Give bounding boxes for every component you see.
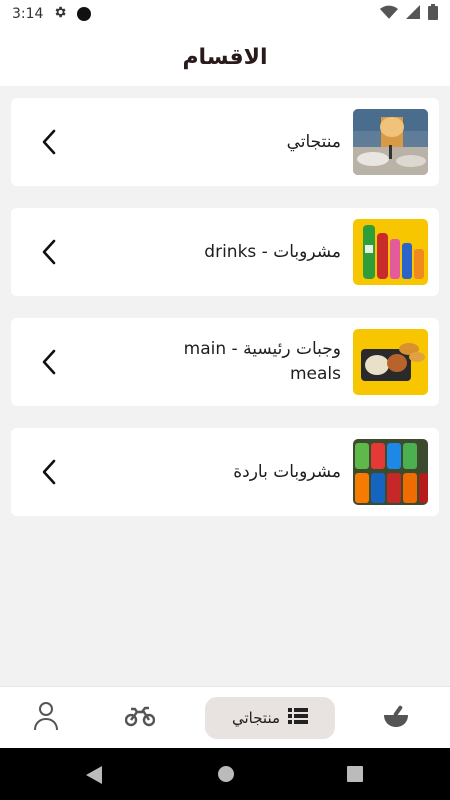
nav-my-products-label: منتجاتي (231, 709, 281, 727)
wifi-icon (380, 5, 398, 23)
signal-icon (406, 5, 420, 23)
list-icon (288, 708, 309, 728)
category-card[interactable]: مشروبات - drinks (11, 208, 439, 296)
chevron-left-icon (39, 238, 59, 266)
notification-dot-icon (77, 7, 92, 21)
back-icon[interactable] (86, 766, 102, 788)
bottom-navigation: منتجاتي (0, 686, 450, 748)
nav-delivery[interactable] (116, 697, 164, 739)
chevron-left-icon (39, 458, 59, 486)
category-list: منتجاتي مشروبات - drinks وجبات رئيسية - … (11, 98, 439, 538)
category-thumbnail (353, 109, 428, 175)
chevron-left-icon (39, 128, 59, 156)
settings-icon (53, 5, 67, 23)
category-label: مشروبات - drinks (204, 241, 341, 262)
category-label: وجبات رئيسية - main meals (183, 339, 341, 384)
status-bar: 3:14 (0, 0, 450, 28)
person-icon (33, 701, 59, 735)
app-bar: الاقسام (0, 28, 450, 86)
page-title: الاقسام (182, 44, 268, 70)
status-time: 3:14 (12, 6, 44, 22)
category-thumbnail (353, 439, 428, 505)
recents-icon[interactable] (347, 766, 363, 786)
category-thumbnail (353, 329, 428, 395)
motorcycle-icon (124, 705, 156, 731)
nav-profile[interactable] (22, 697, 70, 739)
category-card[interactable]: منتجاتي (11, 98, 439, 186)
category-card[interactable]: مشروبات باردة (11, 428, 439, 516)
category-label: منتجاتي (286, 131, 341, 152)
home-icon[interactable] (217, 765, 235, 787)
nav-my-products[interactable]: منتجاتي (205, 697, 335, 739)
nav-mortar[interactable] (372, 697, 420, 739)
category-label: مشروبات باردة (233, 461, 341, 482)
category-card[interactable]: وجبات رئيسية - main meals (11, 318, 439, 406)
chevron-left-icon (39, 348, 59, 376)
battery-icon (428, 4, 438, 24)
system-navigation-bar (0, 748, 450, 800)
mortar-pestle-icon (382, 703, 410, 733)
category-thumbnail (353, 219, 428, 285)
